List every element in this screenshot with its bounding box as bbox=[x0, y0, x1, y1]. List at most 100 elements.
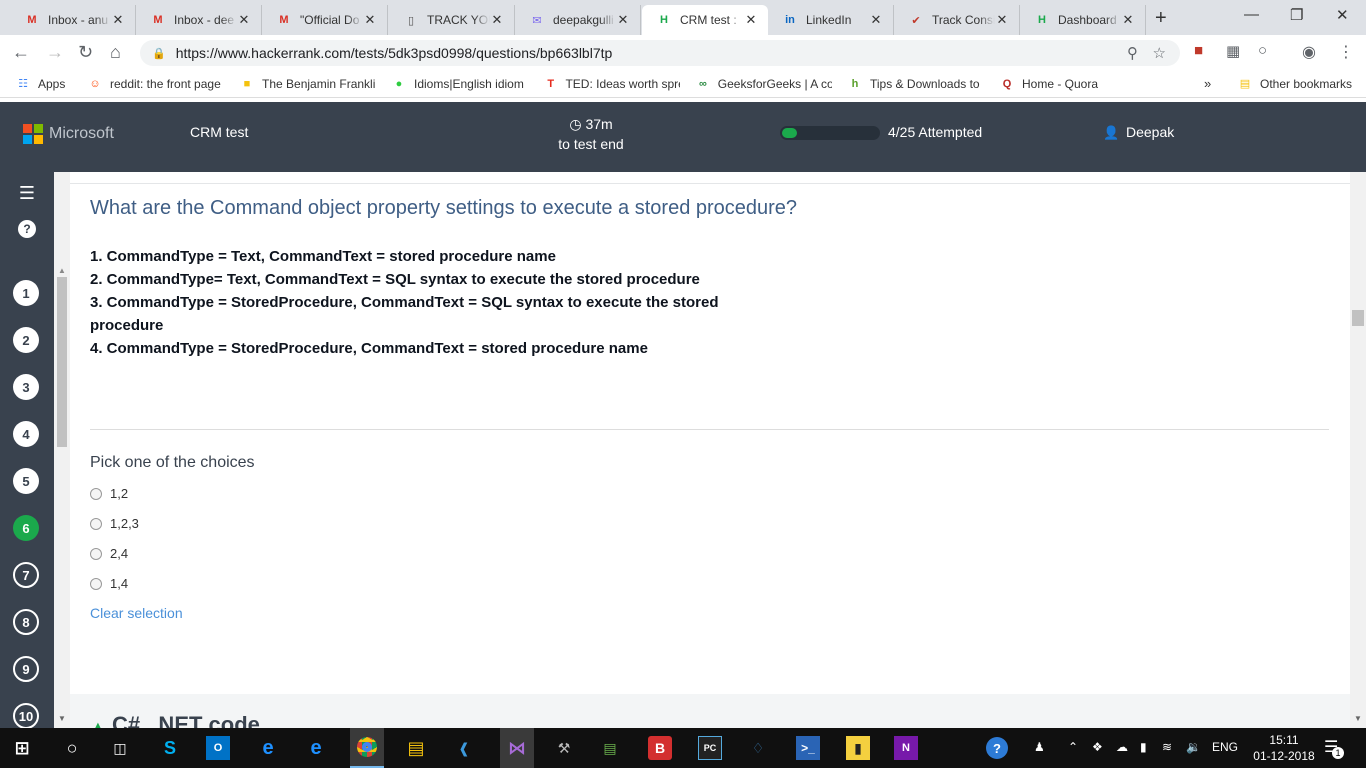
close-tab-icon[interactable]: ✕ bbox=[490, 12, 504, 28]
tools-icon[interactable]: ⚒ bbox=[552, 736, 576, 760]
close-window-button[interactable]: ✕ bbox=[1336, 6, 1349, 24]
minimize-button[interactable]: — bbox=[1244, 6, 1259, 23]
radio-button[interactable] bbox=[90, 547, 102, 560]
skype-icon[interactable]: S bbox=[158, 736, 182, 760]
system-clock[interactable]: 15:11 01-12-2018 bbox=[1250, 732, 1318, 764]
list-icon[interactable]: ☰ bbox=[16, 182, 38, 204]
back-icon[interactable]: ← bbox=[12, 42, 30, 63]
browser-tab[interactable]: H Dashboard ✕ bbox=[1020, 5, 1146, 35]
bookmark-item[interactable]: h Tips & Downloads to bbox=[840, 77, 992, 91]
page-scrollbar[interactable]: ▼ bbox=[1350, 172, 1366, 728]
help-tray-icon[interactable]: ? bbox=[986, 737, 1008, 759]
radio-button[interactable] bbox=[90, 517, 102, 530]
browser-tab[interactable]: ▯ TRACK YOU ✕ bbox=[389, 5, 515, 35]
user-menu[interactable]: 👤 Deepak bbox=[1103, 124, 1174, 140]
close-tab-icon[interactable]: ✕ bbox=[744, 12, 758, 28]
close-tab-icon[interactable]: ✕ bbox=[616, 12, 630, 28]
clear-selection-link[interactable]: Clear selection bbox=[90, 605, 183, 621]
browser-tab[interactable]: ✉ deepakgulli ✕ bbox=[515, 5, 641, 35]
close-tab-icon[interactable]: ✕ bbox=[995, 12, 1009, 28]
menu-kebab-icon[interactable]: ⋮ bbox=[1338, 42, 1354, 62]
bookmark-item[interactable]: ■ The Benjamin Frankli bbox=[232, 77, 384, 91]
home-icon[interactable]: ⌂ bbox=[110, 42, 121, 63]
people-icon[interactable]: ♟ bbox=[1034, 740, 1045, 754]
radio-button[interactable] bbox=[90, 487, 102, 500]
scroll-up-arrow-icon[interactable]: ▲ bbox=[58, 266, 66, 275]
extension-icon[interactable]: ▦ bbox=[1226, 42, 1240, 60]
dropbox-icon[interactable]: ❖ bbox=[1092, 740, 1103, 754]
profile-avatar-icon[interactable]: ◉ bbox=[1302, 42, 1316, 62]
bookmarks-more[interactable]: » bbox=[1204, 76, 1211, 91]
edge-icon[interactable]: e bbox=[256, 736, 280, 760]
restore-button[interactable]: ❐ bbox=[1290, 6, 1303, 24]
battery-icon[interactable]: ▮ bbox=[1140, 740, 1147, 754]
star-icon[interactable]: ☆ bbox=[1153, 44, 1166, 62]
cloud-icon[interactable]: ☁ bbox=[1116, 740, 1128, 754]
search-icon[interactable]: ○ bbox=[60, 736, 84, 760]
browser-tab[interactable]: M Inbox - anu ✕ bbox=[10, 5, 136, 35]
question-nav-9[interactable]: 9 bbox=[13, 656, 39, 682]
tray-expand-icon[interactable]: ⌃ bbox=[1068, 740, 1078, 754]
python-icon[interactable]: ♢ bbox=[746, 736, 770, 760]
vscode-icon[interactable]: ❰ bbox=[452, 736, 476, 760]
browser-tab[interactable]: in LinkedIn ✕ bbox=[768, 5, 894, 35]
choice-option[interactable]: 1,2,3 bbox=[90, 516, 139, 531]
new-tab-button[interactable]: + bbox=[1155, 7, 1167, 30]
reload-icon[interactable]: ↻ bbox=[78, 42, 93, 63]
scroll-down-arrow-icon[interactable]: ▼ bbox=[58, 714, 66, 723]
bookmark-item[interactable]: ● Idioms|English idiom bbox=[384, 77, 536, 91]
question-nav-10[interactable]: 10 bbox=[13, 703, 39, 729]
sidebar-scroll-thumb[interactable] bbox=[57, 277, 67, 447]
onenote-icon[interactable]: N bbox=[894, 736, 918, 760]
internet-explorer-icon[interactable]: e bbox=[304, 736, 328, 760]
file-explorer-icon[interactable]: ▤ bbox=[404, 736, 428, 760]
powershell-icon[interactable]: >_ bbox=[796, 736, 820, 760]
browser-tab[interactable]: M "Official Do ✕ bbox=[262, 5, 388, 35]
page-scroll-thumb[interactable] bbox=[1352, 310, 1364, 326]
question-nav-8[interactable]: 8 bbox=[13, 609, 39, 635]
b-app-icon[interactable]: B bbox=[648, 736, 672, 760]
extension-circle-icon[interactable]: ○ bbox=[1258, 42, 1267, 59]
bookmark-item[interactable]: ☷ Apps bbox=[8, 77, 80, 91]
language-indicator[interactable]: ENG bbox=[1212, 740, 1238, 754]
question-nav-1[interactable]: 1 bbox=[13, 280, 39, 306]
volume-icon[interactable]: 🔉 bbox=[1186, 740, 1201, 754]
browser-tab[interactable]: ✔ Track Consi ✕ bbox=[894, 5, 1020, 35]
bookmark-item[interactable]: ∞ GeeksforGeeks | A co bbox=[688, 77, 840, 91]
chart-app-icon[interactable]: ▤ bbox=[598, 736, 622, 760]
forward-icon[interactable]: → bbox=[46, 42, 64, 63]
pdf-extension-icon[interactable]: ■ bbox=[1194, 42, 1203, 59]
question-nav-6[interactable]: 6 bbox=[13, 515, 39, 541]
choice-option[interactable]: 1,2 bbox=[90, 486, 128, 501]
bookmark-item[interactable]: Q Home - Quora bbox=[992, 77, 1144, 91]
address-bar[interactable]: 🔒 https://www.hackerrank.com/tests/5dk3p… bbox=[140, 40, 1180, 66]
wifi-icon[interactable]: ≋ bbox=[1162, 740, 1172, 754]
bookmark-item[interactable]: ☺ reddit: the front page bbox=[80, 77, 232, 91]
question-nav-2[interactable]: 2 bbox=[13, 327, 39, 353]
visual-studio-icon[interactable]: ⋈ bbox=[500, 728, 534, 768]
other-bookmarks[interactable]: ▤ Other bookmarks bbox=[1230, 77, 1360, 91]
choice-option[interactable]: 2,4 bbox=[90, 546, 128, 561]
pycharm-icon[interactable]: PC bbox=[698, 736, 722, 760]
question-nav-3[interactable]: 3 bbox=[13, 374, 39, 400]
scroll-down-arrow-icon[interactable]: ▼ bbox=[1354, 714, 1362, 723]
chrome-icon[interactable] bbox=[350, 728, 384, 768]
question-nav-5[interactable]: 5 bbox=[13, 468, 39, 494]
key-icon[interactable]: ⚲ bbox=[1127, 44, 1138, 62]
radio-button[interactable] bbox=[90, 577, 102, 590]
close-tab-icon[interactable]: ✕ bbox=[1121, 12, 1135, 28]
bookmark-item[interactable]: T TED: Ideas worth spre bbox=[536, 77, 688, 91]
task-view-icon[interactable]: ◫ bbox=[108, 736, 132, 760]
question-nav-7[interactable]: 7 bbox=[13, 562, 39, 588]
help-icon[interactable]: ? bbox=[18, 220, 36, 238]
sidebar-scrollbar[interactable]: ▲ ▼ bbox=[54, 172, 70, 728]
question-nav-4[interactable]: 4 bbox=[13, 421, 39, 447]
browser-tab[interactable]: M Inbox - dee ✕ bbox=[136, 5, 262, 35]
close-tab-icon[interactable]: ✕ bbox=[869, 12, 883, 28]
browser-tab[interactable]: H CRM test : ✕ bbox=[642, 5, 768, 35]
choice-option[interactable]: 1,4 bbox=[90, 576, 128, 591]
close-tab-icon[interactable]: ✕ bbox=[237, 12, 251, 28]
action-center-icon[interactable]: ☰ 1 bbox=[1324, 737, 1344, 759]
outlook-icon[interactable]: O bbox=[206, 736, 230, 760]
close-tab-icon[interactable]: ✕ bbox=[111, 12, 125, 28]
